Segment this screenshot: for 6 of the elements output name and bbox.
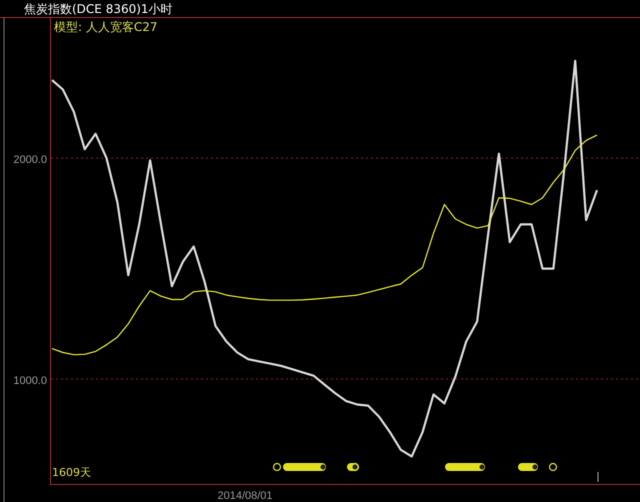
- span-label: 1609天: [52, 466, 91, 480]
- y-axis-label: 2000.0: [13, 154, 47, 166]
- y-axis-label: 1000.0: [13, 375, 47, 388]
- chart-title: 焦炭指数(DCE 8360)1小时: [24, 0, 173, 16]
- x-axis-label: 2014/08/01: [217, 490, 273, 502]
- model-label: 模型: 人人宽客C27: [54, 20, 158, 34]
